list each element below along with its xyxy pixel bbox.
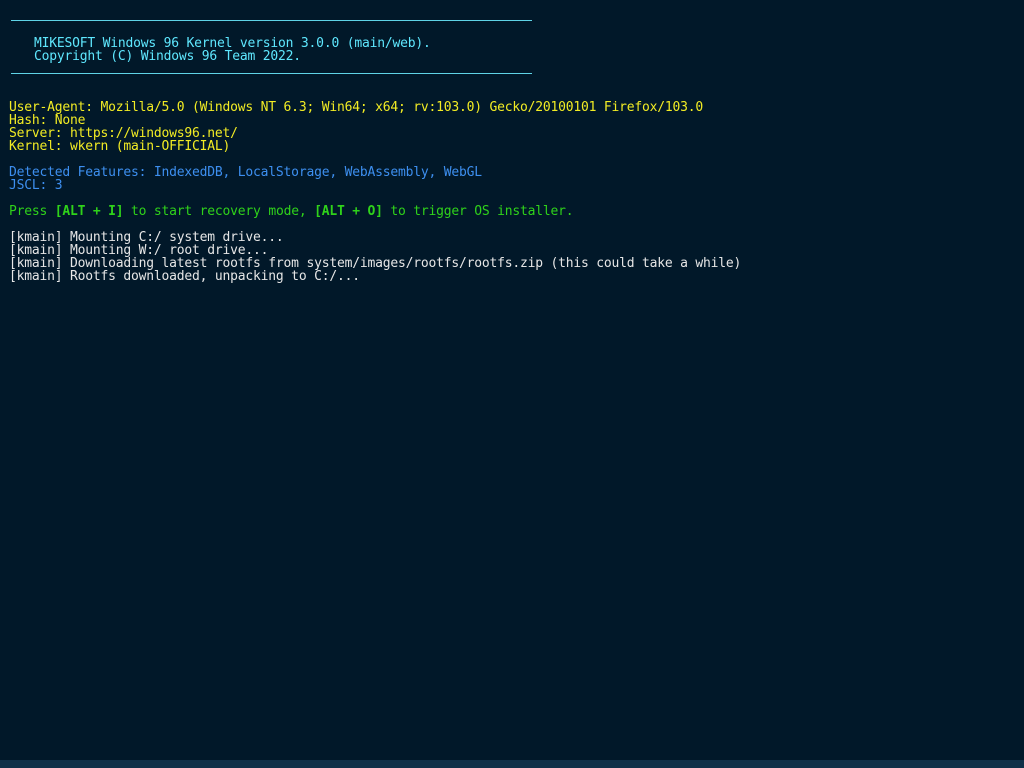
log-line: [kmain] Rootfs downloaded, unpacking to …	[9, 269, 360, 284]
recovery-shortcut: [ALT + I]	[54, 204, 124, 219]
features-block: Detected Features: IndexedDB, LocalStora…	[9, 166, 482, 192]
system-info-block: User-Agent: Mozilla/5.0 (Windows NT 6.3;…	[9, 101, 703, 153]
keyboard-prompt: Press [ALT + I] to start recovery mode, …	[9, 204, 574, 219]
banner-top-rule	[11, 20, 532, 21]
user-agent-line: User-Agent: Mozilla/5.0 (Windows NT 6.3;…	[9, 100, 704, 115]
kernel-line: Kernel: wkern (main-OFFICIAL)	[9, 139, 231, 154]
kernel-log: [kmain] Mounting C:/ system drive... [km…	[9, 231, 741, 283]
bottom-bar	[0, 760, 1024, 768]
banner-copyright: Copyright (C) Windows 96 Team 2022.	[34, 49, 301, 64]
jscl-line: JSCL: 3	[9, 178, 63, 193]
prompt-middle-text: to start recovery mode,	[123, 204, 315, 219]
prompt-press-text: Press	[9, 204, 55, 219]
detected-features-line: Detected Features: IndexedDB, LocalStora…	[9, 165, 482, 180]
keyboard-prompt-line: Press [ALT + I] to start recovery mode, …	[9, 204, 574, 219]
installer-shortcut: [ALT + O]	[314, 204, 383, 219]
prompt-end-text: to trigger OS installer.	[382, 204, 574, 219]
boot-console: MIKESOFT Windows 96 Kernel version 3.0.0…	[9, 14, 1015, 754]
banner-bottom-rule	[11, 73, 532, 74]
